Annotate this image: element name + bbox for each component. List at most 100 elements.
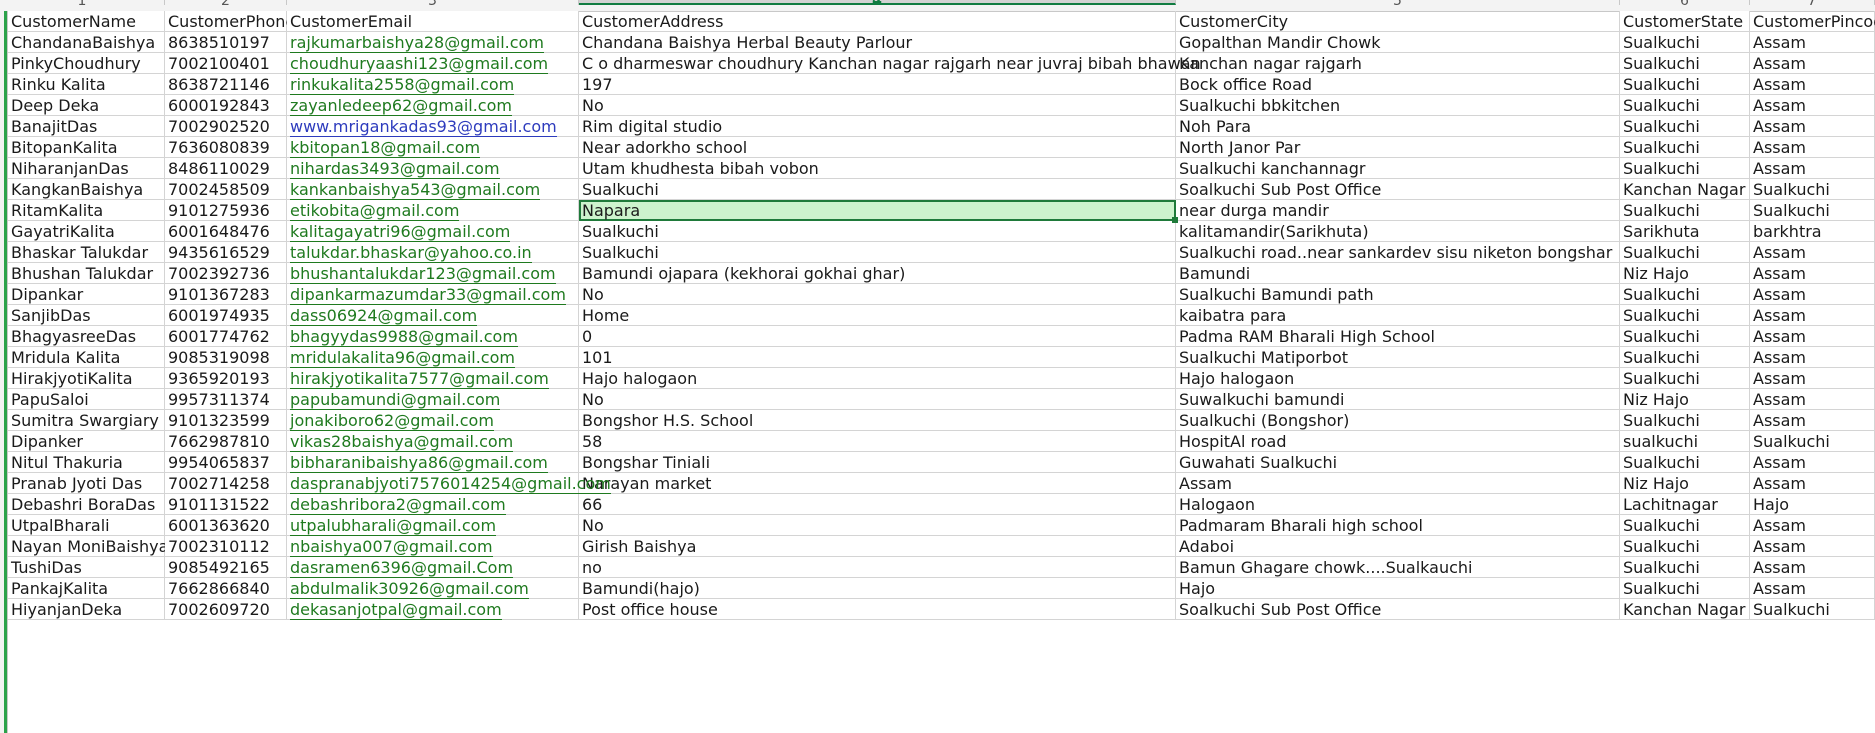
cell-pincode[interactable]: Assam xyxy=(1750,326,1875,347)
cell-pincode[interactable]: Assam xyxy=(1750,347,1875,368)
cell-text-email[interactable]: dass06924@gmail.com xyxy=(290,306,478,326)
cell-state[interactable]: Sualkuchi xyxy=(1620,116,1750,137)
cell-pincode[interactable]: Assam xyxy=(1750,452,1875,473)
cell-name[interactable]: Bhaskar Talukdar xyxy=(8,242,165,263)
cell-text-email[interactable]: nbaishya007@gmail.com xyxy=(290,537,493,557)
cell-pincode[interactable]: Assam xyxy=(1750,515,1875,536)
cell-name[interactable]: GayatriKalita xyxy=(8,221,165,242)
cell-address[interactable]: Post office house xyxy=(579,599,1176,620)
cell-state[interactable]: Niz Hajo xyxy=(1620,263,1750,284)
cell-phone[interactable]: 9085319098 xyxy=(165,347,287,368)
cell-city[interactable]: North Janor Par xyxy=(1176,137,1620,158)
cell-pincode[interactable]: Assam xyxy=(1750,368,1875,389)
cell-state[interactable]: Sualkuchi xyxy=(1620,578,1750,599)
cell-text-email[interactable]: bhagyydas9988@gmail.com xyxy=(290,327,518,347)
cell-text-email[interactable]: zayanledeep62@gmail.com xyxy=(290,96,512,116)
cell-email[interactable]: abdulmalik30926@gmail.com xyxy=(287,578,579,599)
cell-phone[interactable]: 6001974935 xyxy=(165,305,287,326)
cell-phone[interactable]: 9957311374 xyxy=(165,389,287,410)
column-header-6[interactable]: 6 xyxy=(1620,0,1750,8)
cell-email[interactable]: daspranabjyoti7576014254@gmail.com xyxy=(287,473,611,494)
cell-city[interactable]: Soalkuchi Sub Post Office xyxy=(1176,179,1620,200)
cell-email[interactable]: utpalubharali@gmail.com xyxy=(287,515,579,536)
cell-address[interactable]: Bongshor H.S. School xyxy=(579,410,1176,431)
cell-email[interactable]: zayanledeep62@gmail.com xyxy=(287,95,579,116)
cell-email[interactable]: nihardas3493@gmail.com xyxy=(287,158,579,179)
cell-email[interactable]: kalitagayatri96@gmail.com xyxy=(287,221,579,242)
cell-name[interactable]: NiharanjanDas xyxy=(8,158,165,179)
row-header-bar[interactable] xyxy=(0,11,8,733)
cell-state[interactable]: Sualkuchi xyxy=(1620,536,1750,557)
cell-address[interactable]: Bongshar Tiniali xyxy=(579,452,1176,473)
cell-address[interactable]: Sualkuchi xyxy=(579,221,1176,242)
cell-phone[interactable]: 7636080839 xyxy=(165,137,287,158)
cell-text-email[interactable]: talukdar.bhaskar@yahoo.co.in xyxy=(290,243,532,263)
cell-phone[interactable]: 7002100401 xyxy=(165,53,287,74)
cell-state[interactable]: Sualkuchi xyxy=(1620,284,1750,305)
cell-pincode[interactable]: Assam xyxy=(1750,32,1875,53)
cell-address[interactable]: Bamundi(hajo) xyxy=(579,578,1176,599)
cell-email[interactable]: jonakiboro62@gmail.com xyxy=(287,410,579,431)
cell-pincode[interactable]: Sualkuchi xyxy=(1750,200,1875,221)
column-header-1[interactable]: 1 xyxy=(0,0,165,8)
cell-pincode[interactable]: Assam xyxy=(1750,158,1875,179)
cell-text-email[interactable]: rinkukalita2558@gmail.com xyxy=(290,75,515,95)
cell-city[interactable]: kalitamandir(Sarikhuta) xyxy=(1176,221,1620,242)
cell-pincode[interactable]: Assam xyxy=(1750,74,1875,95)
cell-email[interactable]: talukdar.bhaskar@yahoo.co.in xyxy=(287,242,579,263)
cell-pincode[interactable]: Assam xyxy=(1750,578,1875,599)
cell-phone[interactable]: 7662866840 xyxy=(165,578,287,599)
cell-email[interactable]: hirakjyotikalita7577@gmail.com xyxy=(287,368,579,389)
cell-text-email[interactable]: bhushantalukdar123@gmail.com xyxy=(290,264,556,284)
cell-address[interactable]: Home xyxy=(579,305,1176,326)
cell-address[interactable]: Bamundi ojapara (kekhorai gokhai ghar) xyxy=(579,263,1176,284)
cell-phone[interactable]: 9101131522 xyxy=(165,494,287,515)
cell-address[interactable]: No xyxy=(579,95,1176,116)
cell-text-email[interactable]: choudhuryaashi123@gmail.com xyxy=(290,54,549,74)
cell-name[interactable]: Debashri BoraDas xyxy=(8,494,165,515)
cell-name[interactable]: Dipankar xyxy=(8,284,165,305)
fill-handle[interactable] xyxy=(1172,217,1178,223)
cell-address[interactable]: 66 xyxy=(579,494,1176,515)
cell-city[interactable]: Bamundi xyxy=(1176,263,1620,284)
cell-address[interactable]: Sualkuchi xyxy=(579,179,1176,200)
cell-name[interactable]: Mridula Kalita xyxy=(8,347,165,368)
column-header-5[interactable]: 5 xyxy=(1176,0,1620,8)
cell-state[interactable]: Sualkuchi xyxy=(1620,32,1750,53)
cell-phone[interactable]: 7002392736 xyxy=(165,263,287,284)
cell-city[interactable]: Sualkuchi bbkitchen xyxy=(1176,95,1620,116)
cell-name[interactable]: PankajKalita xyxy=(8,578,165,599)
cell-address[interactable]: Girish Baishya xyxy=(579,536,1176,557)
cell-state[interactable]: Niz Hajo xyxy=(1620,389,1750,410)
cell-city[interactable]: Sualkuchi kanchannagr xyxy=(1176,158,1620,179)
cell-city[interactable]: Suwalkuchi bamundi xyxy=(1176,389,1620,410)
cell-city[interactable]: Hajo xyxy=(1176,578,1620,599)
cell-pincode[interactable]: Assam xyxy=(1750,95,1875,116)
cell-email[interactable]: rinkukalita2558@gmail.com xyxy=(287,74,579,95)
cell-phone[interactable]: 7002310112 xyxy=(165,536,287,557)
cell-city[interactable]: Noh Para xyxy=(1176,116,1620,137)
cell-text-email[interactable]: abdulmalik30926@gmail.com xyxy=(290,579,529,599)
cell-city[interactable]: Hajo halogaon xyxy=(1176,368,1620,389)
cell-text-email[interactable]: etikobita@gmail.com xyxy=(290,201,460,221)
cell-phone[interactable]: 8638510197 xyxy=(165,32,287,53)
cell-email[interactable]: kankanbaishya543@gmail.com xyxy=(287,179,579,200)
cell-phone[interactable]: 9365920193 xyxy=(165,368,287,389)
cell-pincode[interactable]: Assam xyxy=(1750,116,1875,137)
cell-address[interactable]: Narayan market xyxy=(579,473,1176,494)
cell-text-email[interactable]: hirakjyotikalita7577@gmail.com xyxy=(290,369,549,389)
header-cell-state[interactable]: CustomerState xyxy=(1620,11,1750,32)
cell-text-email[interactable]: nihardas3493@gmail.com xyxy=(290,159,500,179)
cell-address[interactable]: no xyxy=(579,557,1176,578)
cell-name[interactable]: Bhushan Talukdar xyxy=(8,263,165,284)
cell-state[interactable]: Sualkuchi xyxy=(1620,158,1750,179)
cell-email[interactable]: bhagyydas9988@gmail.com xyxy=(287,326,579,347)
cell-name[interactable]: PapuSaloi xyxy=(8,389,165,410)
cell-text-email[interactable]: vikas28baishya@gmail.com xyxy=(290,432,514,452)
cell-state[interactable]: Sualkuchi xyxy=(1620,368,1750,389)
cell-state[interactable]: Sualkuchi xyxy=(1620,326,1750,347)
cell-city[interactable]: Gopalthan Mandir Chowk xyxy=(1176,32,1620,53)
cell-pincode[interactable]: Assam xyxy=(1750,242,1875,263)
cell-city[interactable]: Adaboi xyxy=(1176,536,1620,557)
cell-text-email[interactable]: daspranabjyoti7576014254@gmail.com xyxy=(290,474,611,494)
